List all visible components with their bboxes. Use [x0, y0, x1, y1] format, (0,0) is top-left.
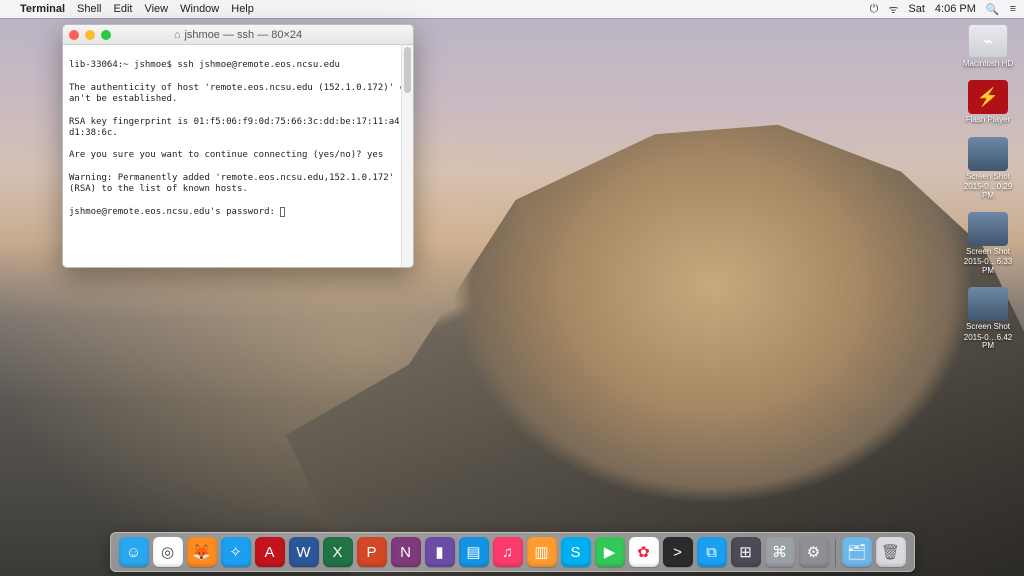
terminal-scrollbar[interactable] — [401, 45, 413, 267]
dock-trash[interactable]: 🗑 — [876, 537, 906, 567]
dock-ibooks[interactable]: ▥ — [527, 537, 557, 567]
dock-firefox[interactable]: 🦊 — [187, 537, 217, 567]
minimize-button[interactable] — [85, 30, 95, 40]
menu-edit[interactable]: Edit — [114, 3, 133, 15]
desktop-icon-label: Macintosh HD — [963, 60, 1013, 68]
dock-mission[interactable]: ⊞ — [731, 537, 761, 567]
terminal-cursor — [280, 207, 285, 217]
dock-acrobat[interactable]: A — [255, 537, 285, 567]
dock-skype[interactable]: S — [561, 537, 591, 567]
dock-finder[interactable]: ☺ — [119, 537, 149, 567]
term-line: RSA key fingerprint is 01:f5:06:f9:0d:75… — [69, 117, 405, 138]
menu-shell[interactable]: Shell — [77, 3, 101, 15]
terminal-titlebar[interactable]: ⌂jshmoe — ssh — 80×24 — [63, 25, 413, 45]
dock-photos[interactable]: ✿ — [629, 537, 659, 567]
dock-powerpoint[interactable]: P — [357, 537, 387, 567]
dock-onenote[interactable]: N — [391, 537, 421, 567]
dock-itunes[interactable]: ♫ — [493, 537, 523, 567]
term-line: jshmoe@remote.eos.ncsu.edu's password: — [69, 207, 280, 217]
desktop-icon-label: Screen Shot — [966, 248, 1010, 256]
scrollbar-thumb[interactable] — [404, 47, 411, 93]
desktop-icon-sublabel: 2015-0…6.33 PM — [958, 258, 1018, 275]
desktop-icon-screenshot-1[interactable]: Screen Shot 2015-0…0.29 PM — [958, 137, 1018, 200]
screenshot-3-icon — [968, 287, 1008, 321]
desktop-icon-label: Screen Shot — [966, 173, 1010, 181]
term-line: Are you sure you want to continue connec… — [69, 150, 383, 160]
clock-day[interactable]: Sat — [908, 3, 925, 15]
desktop-icons: ⌁ Macintosh HD ⚡ Flash Player Screen Shot 201… — [958, 24, 1018, 350]
dock-keynote[interactable]: ▤ — [459, 537, 489, 567]
terminal-title: ⌂jshmoe — ssh — 80×24 — [63, 29, 413, 41]
dock-separator — [835, 539, 836, 567]
macintosh-hd-icon: ⌁ — [968, 24, 1008, 58]
menu-window[interactable]: Window — [180, 3, 219, 15]
status-icon[interactable]: ⏻ — [870, 3, 879, 16]
close-button[interactable] — [69, 30, 79, 40]
dock-word[interactable]: W — [289, 537, 319, 567]
desktop: Terminal Shell Edit View Window Help ⏻ ᯤ… — [0, 0, 1024, 576]
screenshot-2-icon — [968, 212, 1008, 246]
notification-center-icon[interactable]: ≡ — [1010, 3, 1016, 15]
dock-app-purple[interactable]: ▮ — [425, 537, 455, 567]
desktop-icon-screenshot-2[interactable]: Screen Shot 2015-0…6.33 PM — [958, 212, 1018, 275]
term-line: lib-33064:~ jshmoe$ ssh jshmoe@remote.eo… — [69, 60, 340, 70]
desktop-icon-sublabel: 2015-0…6.42 PM — [958, 334, 1018, 351]
dock-facetime[interactable]: ▶ — [595, 537, 625, 567]
app-menu[interactable]: Terminal — [20, 3, 65, 15]
dock-safari[interactable]: ✧ — [221, 537, 251, 567]
wifi-icon[interactable]: ᯤ — [888, 2, 898, 17]
terminal-body[interactable]: lib-33064:~ jshmoe$ ssh jshmoe@remote.eo… — [63, 45, 413, 267]
menu-help[interactable]: Help — [231, 3, 254, 15]
desktop-icon-macintosh-hd[interactable]: ⌁ Macintosh HD — [963, 24, 1013, 68]
desktop-icon-flash-player[interactable]: ⚡ Flash Player — [966, 80, 1010, 124]
terminal-window[interactable]: ⌂jshmoe — ssh — 80×24 lib-33064:~ jshmoe… — [62, 24, 414, 268]
desktop-icon-label: Screen Shot — [966, 323, 1010, 331]
term-line: The authenticity of host 'remote.eos.ncs… — [69, 83, 405, 104]
dock-excel[interactable]: X — [323, 537, 353, 567]
menubar-right: ⏻ ᯤ Sat 4:06 PM 🔍 ≡ — [870, 2, 1016, 17]
desktop-icon-screenshot-3[interactable]: Screen Shot 2015-0…6.42 PM — [958, 287, 1018, 350]
desktop-icon-sublabel: 2015-0…0.29 PM — [958, 183, 1018, 200]
dock-launchpad[interactable]: ⌘ — [765, 537, 795, 567]
zoom-button[interactable] — [101, 30, 111, 40]
dock-wrap: ☺◎🦊✧AWXPN▮▤♫▥S▶✿>⧉⊞⌘⚙ 🗂🗑 — [0, 532, 1024, 572]
home-icon: ⌂ — [174, 29, 181, 41]
dock-chrome[interactable]: ◎ — [153, 537, 183, 567]
dock: ☺◎🦊✧AWXPN▮▤♫▥S▶✿>⧉⊞⌘⚙ 🗂🗑 — [110, 532, 915, 572]
menu-view[interactable]: View — [144, 3, 168, 15]
clock-time[interactable]: 4:06 PM — [935, 3, 976, 15]
dock-terminal[interactable]: > — [663, 537, 693, 567]
dock-settings[interactable]: ⚙ — [799, 537, 829, 567]
menubar-left: Terminal Shell Edit View Window Help — [8, 3, 254, 15]
dock-preview[interactable]: ⧉ — [697, 537, 727, 567]
dock-folder[interactable]: 🗂 — [842, 537, 872, 567]
menubar: Terminal Shell Edit View Window Help ⏻ ᯤ… — [0, 0, 1024, 18]
screenshot-1-icon — [968, 137, 1008, 171]
spotlight-icon[interactable]: 🔍 — [986, 3, 1000, 16]
desktop-icon-label: Flash Player — [966, 116, 1010, 124]
flash-player-icon: ⚡ — [968, 80, 1008, 114]
term-line: Warning: Permanently added 'remote.eos.n… — [69, 173, 400, 194]
